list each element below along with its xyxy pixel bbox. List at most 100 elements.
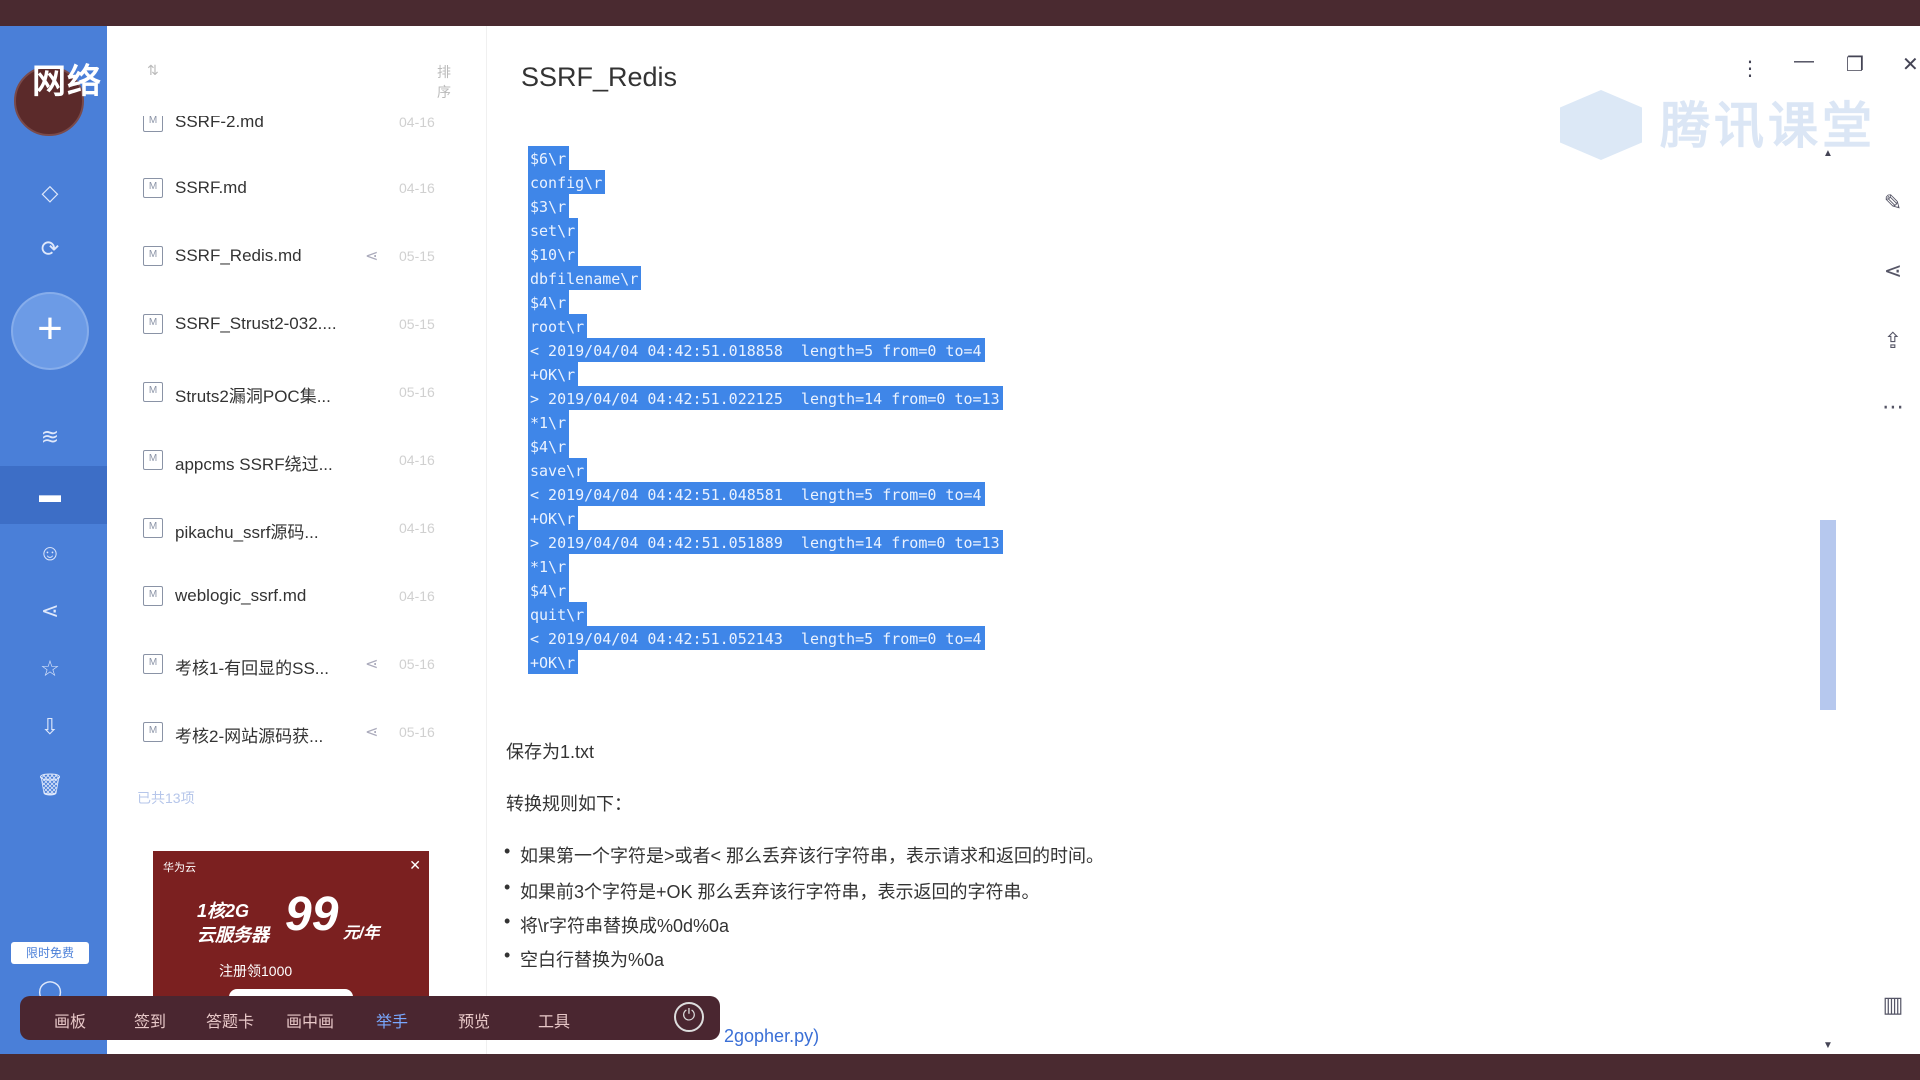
sort-button[interactable]: 排序 — [437, 62, 457, 102]
classroom-toolbar: 画板 签到 答题卡 画中画 举手 预览 工具 ⏻ — [20, 996, 720, 1040]
file-name: 考核1-有回显的SS... — [175, 659, 329, 678]
code-line: dbfilename\r — [528, 266, 642, 290]
edit-icon[interactable]: ✎ — [1878, 188, 1908, 218]
contacts-icon[interactable]: ☺ — [35, 538, 65, 568]
markdown-file-icon: M — [143, 654, 163, 674]
code-line: *1\r — [528, 410, 570, 434]
dock-item-signin[interactable]: 签到 — [134, 1008, 166, 1032]
split-view-icon[interactable]: ▥ — [1878, 990, 1908, 1020]
code-line: save\r — [528, 458, 588, 482]
dock-item-answer-card[interactable]: 答题卡 — [206, 1008, 254, 1032]
brand-text: 网络 — [32, 63, 102, 101]
code-line: *1\r — [528, 554, 570, 578]
window-frame-top — [0, 0, 1920, 26]
file-date: 05-16 — [399, 724, 435, 740]
list-item[interactable]: M pikachu_ssrf源码... 04-16 — [107, 496, 487, 564]
share-icon[interactable]: ⋖ — [365, 722, 378, 742]
file-date: 04-16 — [399, 116, 435, 130]
markdown-file-icon: M — [143, 722, 163, 742]
code-line: quit\r — [528, 602, 588, 626]
file-name: SSRF_Redis.md — [175, 246, 302, 265]
ad-product: 云服务器 — [197, 925, 269, 945]
file-name: SSRF.md — [175, 178, 247, 197]
share-icon[interactable]: ⋖ — [365, 654, 378, 674]
list-item[interactable]: M SSRF_Redis.md ⋖ 05-15 — [107, 224, 487, 292]
file-name: SSRF-2.md — [175, 116, 264, 131]
code-line: $10\r — [528, 242, 579, 266]
window-frame-bottom — [0, 1054, 1920, 1080]
minimize-icon[interactable]: — — [1794, 50, 1814, 73]
sync-icon[interactable]: ⟳ — [35, 234, 65, 264]
code-line: $4\r — [528, 434, 570, 458]
ad-brand: 华为云 — [163, 862, 196, 874]
diamond-icon[interactable]: ◇ — [35, 178, 65, 208]
sort-arrow-icon[interactable]: ⇅ — [147, 62, 159, 79]
play-logo-icon — [1560, 90, 1642, 160]
export-icon[interactable]: ⇪ — [1878, 326, 1908, 356]
file-name: pikachu_ssrf源码... — [175, 523, 319, 542]
folder-icon[interactable]: ▬ — [35, 480, 65, 510]
scroll-up-icon[interactable]: ▲ — [1823, 148, 1833, 159]
ad-banner[interactable]: 华为云 ✕ 1核2G 云服务器 99 元/年 注册领1000 — [153, 851, 429, 1001]
file-date: 04-16 — [399, 520, 435, 536]
markdown-file-icon: M — [143, 178, 163, 198]
list-item: 将\r字符串替换成%0d%0a — [504, 911, 729, 938]
star-icon[interactable]: ☆ — [35, 654, 65, 684]
save-note: 保存为1.txt — [506, 742, 595, 762]
dock-item-pip[interactable]: 画中画 — [286, 1008, 334, 1032]
file-date: 04-16 — [399, 452, 435, 468]
script-link[interactable]: 2gopher.py) — [724, 1026, 819, 1047]
ad-price: 99 — [285, 888, 339, 941]
list-item[interactable]: M SSRF.md 04-16 — [107, 156, 487, 224]
more-vertical-icon[interactable]: ⋮ — [1740, 56, 1760, 81]
file-name: weblogic_ssrf.md — [175, 586, 307, 605]
code-line: $4\r — [528, 578, 570, 602]
layers-icon[interactable]: ≋ — [35, 422, 65, 452]
dock-item-raise-hand[interactable]: 举手 — [376, 1008, 408, 1032]
ad-spec: 1核2G — [197, 901, 250, 921]
dock-item-preview[interactable]: 预览 — [458, 1008, 490, 1032]
dock-item-tools[interactable]: 工具 — [538, 1008, 570, 1032]
share-icon[interactable]: ⋖ — [365, 246, 378, 266]
markdown-file-icon: M — [143, 382, 163, 402]
markdown-file-icon: M — [143, 450, 163, 470]
code-line: +OK\r — [528, 362, 579, 386]
list-item[interactable]: M 考核2-网站源码获... ⋖ 05-16 — [107, 700, 487, 768]
app-window: 网络 ◇ ⟳ + ≋ ▬ ☺ ⋖ ☆ ⇩ 🗑 限时免费 ◯ ⇅ 排序 M SSR… — [0, 26, 1920, 1054]
ad-footer: 注册领1000 — [219, 963, 293, 979]
file-name: appcms SSRF绕过... — [175, 455, 333, 474]
markdown-file-icon: M — [143, 246, 163, 266]
code-line: config\r — [528, 170, 606, 194]
power-icon[interactable]: ⏻ — [674, 1002, 704, 1032]
list-item[interactable]: M weblogic_ssrf.md 04-16 — [107, 564, 487, 632]
code-line: set\r — [528, 218, 579, 242]
trash-icon[interactable]: 🗑 — [35, 770, 65, 800]
download-icon[interactable]: ⇩ — [35, 712, 65, 742]
scroll-down-icon[interactable]: ▼ — [1823, 1040, 1833, 1051]
code-line: root\r — [528, 314, 588, 338]
share-icon[interactable]: ⋖ — [1878, 256, 1908, 286]
share-icon[interactable]: ⋖ — [35, 596, 65, 626]
more-icon[interactable]: ⋯ — [1878, 392, 1908, 422]
close-icon[interactable]: ✕ — [1902, 52, 1919, 77]
list-item[interactable]: M SSRF-2.md 04-16 — [107, 116, 487, 156]
restore-icon[interactable]: ❐ — [1846, 52, 1864, 77]
add-button[interactable]: + — [13, 294, 87, 368]
sidebar-rail: 网络 ◇ ⟳ + ≋ ▬ ☺ ⋖ ☆ ⇩ 🗑 限时免费 ◯ — [0, 26, 107, 1054]
list-item: 空白行替换为%0a — [504, 945, 664, 972]
file-list-header: ⇅ 排序 — [137, 56, 457, 100]
free-badge[interactable]: 限时免费 — [11, 942, 89, 964]
list-item[interactable]: M 考核1-有回显的SS... ⋖ 05-16 — [107, 632, 487, 700]
code-line: +OK\r — [528, 650, 579, 674]
ad-unit: 元/年 — [343, 925, 380, 942]
list-item[interactable]: M appcms SSRF绕过... 04-16 — [107, 428, 487, 496]
file-name: Struts2漏洞POC集... — [175, 387, 331, 406]
close-icon[interactable]: ✕ — [409, 857, 421, 874]
dock-item-board[interactable]: 画板 — [54, 1008, 86, 1032]
list-item[interactable]: M SSRF_Strust2-032.... 05-15 — [107, 292, 487, 360]
file-name: SSRF_Strust2-032.... — [175, 314, 337, 333]
scrollbar-thumb[interactable] — [1820, 520, 1836, 710]
file-date: 05-15 — [399, 248, 435, 264]
code-line: $6\r — [528, 146, 570, 170]
list-item[interactable]: M Struts2漏洞POC集... 05-16 — [107, 360, 487, 428]
